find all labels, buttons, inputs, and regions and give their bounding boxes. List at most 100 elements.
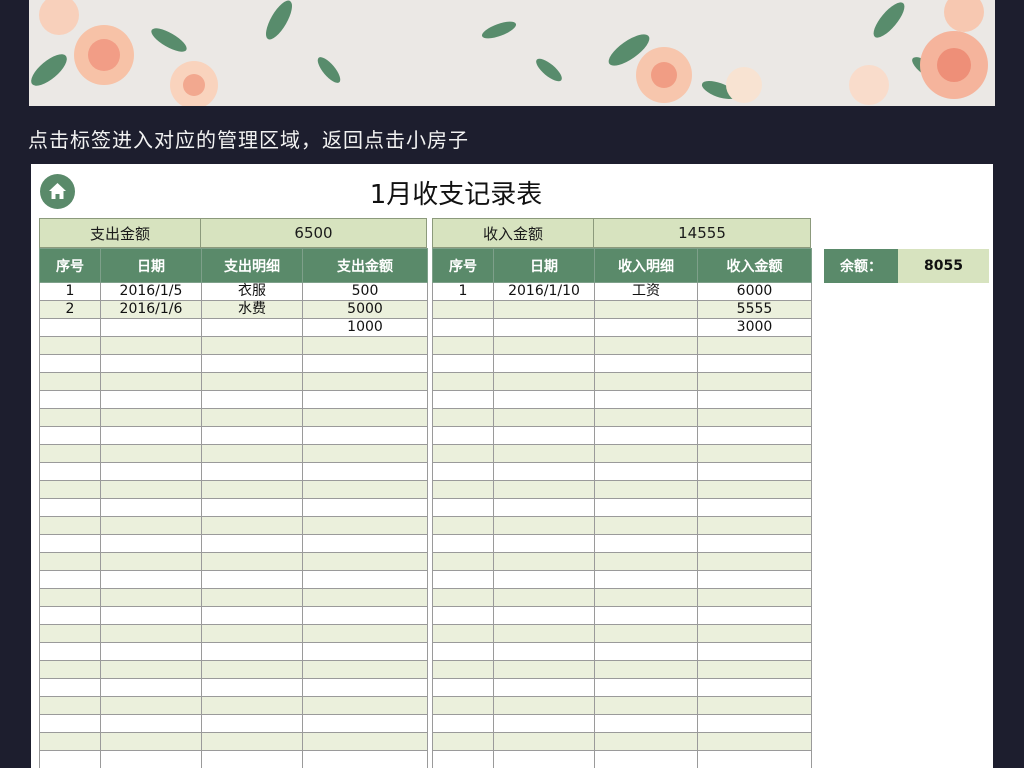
table-cell[interactable]	[302, 750, 428, 768]
table-cell[interactable]	[39, 714, 101, 733]
balance-value[interactable]: 8055	[898, 249, 989, 283]
table-cell[interactable]	[493, 624, 595, 643]
table-cell[interactable]	[594, 570, 698, 589]
table-cell[interactable]	[697, 750, 812, 768]
table-cell[interactable]: 6000	[697, 282, 812, 301]
table-cell[interactable]	[594, 678, 698, 697]
table-cell[interactable]	[201, 426, 303, 445]
table-cell[interactable]	[100, 714, 202, 733]
table-cell[interactable]	[100, 750, 202, 768]
table-cell[interactable]	[100, 318, 202, 337]
table-cell[interactable]	[432, 318, 494, 337]
table-cell[interactable]	[100, 408, 202, 427]
table-cell[interactable]	[432, 372, 494, 391]
table-cell[interactable]	[100, 660, 202, 679]
table-cell[interactable]	[432, 570, 494, 589]
table-cell[interactable]	[302, 516, 428, 535]
table-cell[interactable]	[201, 462, 303, 481]
table-cell[interactable]	[39, 678, 101, 697]
table-cell[interactable]	[432, 534, 494, 553]
table-cell[interactable]	[432, 678, 494, 697]
table-cell[interactable]: 500	[302, 282, 428, 301]
table-cell[interactable]	[594, 372, 698, 391]
table-cell[interactable]	[594, 552, 698, 571]
table-cell[interactable]	[302, 336, 428, 355]
table-cell[interactable]	[302, 408, 428, 427]
table-cell[interactable]	[594, 606, 698, 625]
table-cell[interactable]	[302, 624, 428, 643]
table-cell[interactable]	[100, 516, 202, 535]
table-cell[interactable]	[697, 714, 812, 733]
table-cell[interactable]	[594, 714, 698, 733]
table-cell[interactable]: 水费	[201, 300, 303, 319]
table-cell[interactable]	[493, 516, 595, 535]
table-cell[interactable]	[39, 498, 101, 517]
table-cell[interactable]	[697, 642, 812, 661]
table-cell[interactable]	[100, 462, 202, 481]
table-cell[interactable]	[594, 462, 698, 481]
table-cell[interactable]	[39, 462, 101, 481]
table-cell[interactable]	[39, 732, 101, 751]
table-cell[interactable]	[302, 732, 428, 751]
table-cell[interactable]	[493, 372, 595, 391]
table-cell[interactable]	[594, 750, 698, 768]
table-cell[interactable]	[697, 624, 812, 643]
table-cell[interactable]: 1	[432, 282, 494, 301]
table-cell[interactable]	[201, 606, 303, 625]
table-cell[interactable]	[201, 372, 303, 391]
table-cell[interactable]	[493, 750, 595, 768]
table-cell[interactable]	[697, 588, 812, 607]
table-cell[interactable]	[302, 696, 428, 715]
table-cell[interactable]	[39, 372, 101, 391]
table-cell[interactable]	[39, 390, 101, 409]
table-cell[interactable]	[493, 318, 595, 337]
table-cell[interactable]	[100, 372, 202, 391]
table-cell[interactable]	[302, 534, 428, 553]
table-cell[interactable]	[201, 354, 303, 373]
table-cell[interactable]	[201, 552, 303, 571]
table-cell[interactable]	[201, 588, 303, 607]
table-cell[interactable]	[201, 444, 303, 463]
table-cell[interactable]	[432, 462, 494, 481]
table-cell[interactable]	[432, 660, 494, 679]
table-cell[interactable]	[201, 534, 303, 553]
table-cell[interactable]	[697, 516, 812, 535]
table-cell[interactable]	[100, 606, 202, 625]
table-cell[interactable]	[432, 606, 494, 625]
home-button[interactable]	[40, 174, 75, 209]
table-cell[interactable]: 3000	[697, 318, 812, 337]
table-cell[interactable]	[697, 372, 812, 391]
table-cell[interactable]	[302, 660, 428, 679]
table-cell[interactable]: 1	[39, 282, 101, 301]
table-cell[interactable]	[432, 444, 494, 463]
table-cell[interactable]	[594, 318, 698, 337]
table-cell[interactable]: 2016/1/10	[493, 282, 595, 301]
table-cell[interactable]	[594, 444, 698, 463]
table-cell[interactable]	[302, 678, 428, 697]
table-cell[interactable]	[697, 354, 812, 373]
table-cell[interactable]	[432, 390, 494, 409]
table-cell[interactable]	[432, 552, 494, 571]
table-cell[interactable]	[493, 642, 595, 661]
table-cell[interactable]	[39, 606, 101, 625]
table-cell[interactable]	[594, 588, 698, 607]
table-cell[interactable]: 衣服	[201, 282, 303, 301]
table-cell[interactable]: 5000	[302, 300, 428, 319]
table-cell[interactable]	[302, 552, 428, 571]
table-cell[interactable]	[594, 408, 698, 427]
table-cell[interactable]	[594, 426, 698, 445]
table-cell[interactable]	[493, 678, 595, 697]
table-cell[interactable]	[697, 444, 812, 463]
table-cell[interactable]	[39, 336, 101, 355]
table-cell[interactable]	[39, 354, 101, 373]
table-cell[interactable]	[432, 300, 494, 319]
table-cell[interactable]	[39, 534, 101, 553]
table-cell[interactable]	[432, 750, 494, 768]
table-cell[interactable]	[100, 642, 202, 661]
table-cell[interactable]	[201, 678, 303, 697]
table-cell[interactable]	[493, 714, 595, 733]
table-cell[interactable]	[432, 642, 494, 661]
table-cell[interactable]	[493, 534, 595, 553]
table-cell[interactable]	[594, 300, 698, 319]
table-cell[interactable]	[493, 408, 595, 427]
